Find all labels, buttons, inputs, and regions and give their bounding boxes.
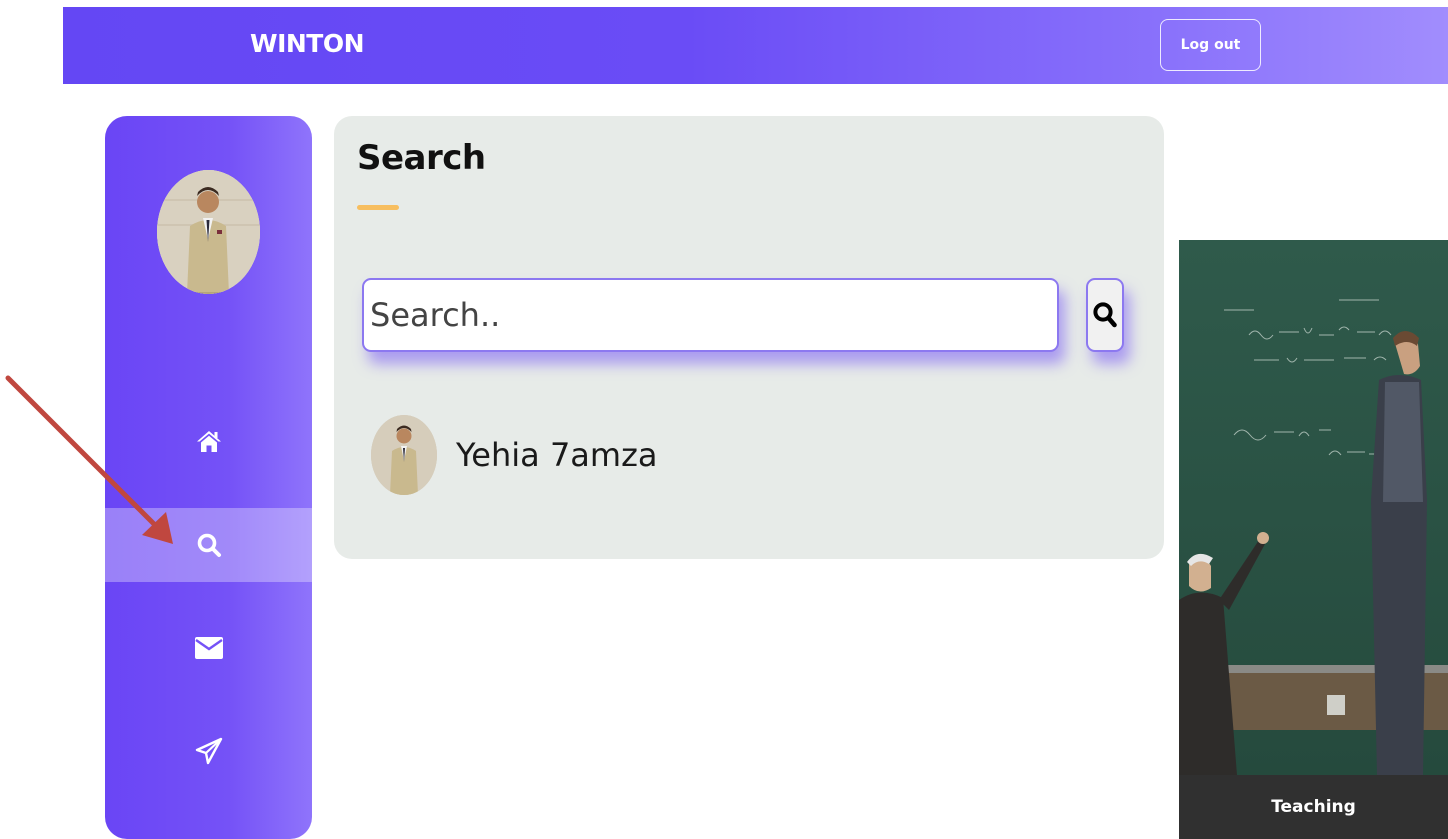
search-button[interactable] xyxy=(1086,278,1124,352)
classroom-photo xyxy=(1179,240,1448,775)
sidebar-item-messages[interactable] xyxy=(105,611,312,685)
top-navbar: WINTON Log out xyxy=(63,7,1448,84)
home-icon xyxy=(196,431,221,452)
profile-photo xyxy=(157,170,260,294)
paper-plane-icon xyxy=(195,737,222,765)
envelope-icon xyxy=(194,637,223,659)
sidebar xyxy=(105,116,312,839)
page-title: Search xyxy=(357,138,486,178)
avatar xyxy=(371,415,437,495)
sidebar-item-send[interactable] xyxy=(105,714,312,788)
search-result-item[interactable]: Yehia 7amza xyxy=(371,415,657,495)
card-caption: Teaching xyxy=(1179,775,1448,839)
search-result-name: Yehia 7amza xyxy=(456,436,658,474)
search-icon xyxy=(197,533,221,557)
brand-logo[interactable]: WINTON xyxy=(250,29,365,58)
profile-photo xyxy=(371,415,437,495)
avatar[interactable] xyxy=(157,170,260,294)
title-underline xyxy=(357,205,399,210)
search-icon xyxy=(1093,302,1117,328)
logout-button[interactable]: Log out xyxy=(1160,19,1261,71)
search-panel: Search Yehia 7amza xyxy=(334,116,1164,559)
sidebar-item-home[interactable] xyxy=(105,404,312,478)
search-input[interactable] xyxy=(362,278,1059,352)
teaching-card[interactable]: Teaching xyxy=(1179,240,1448,839)
sidebar-item-search[interactable] xyxy=(105,508,312,582)
